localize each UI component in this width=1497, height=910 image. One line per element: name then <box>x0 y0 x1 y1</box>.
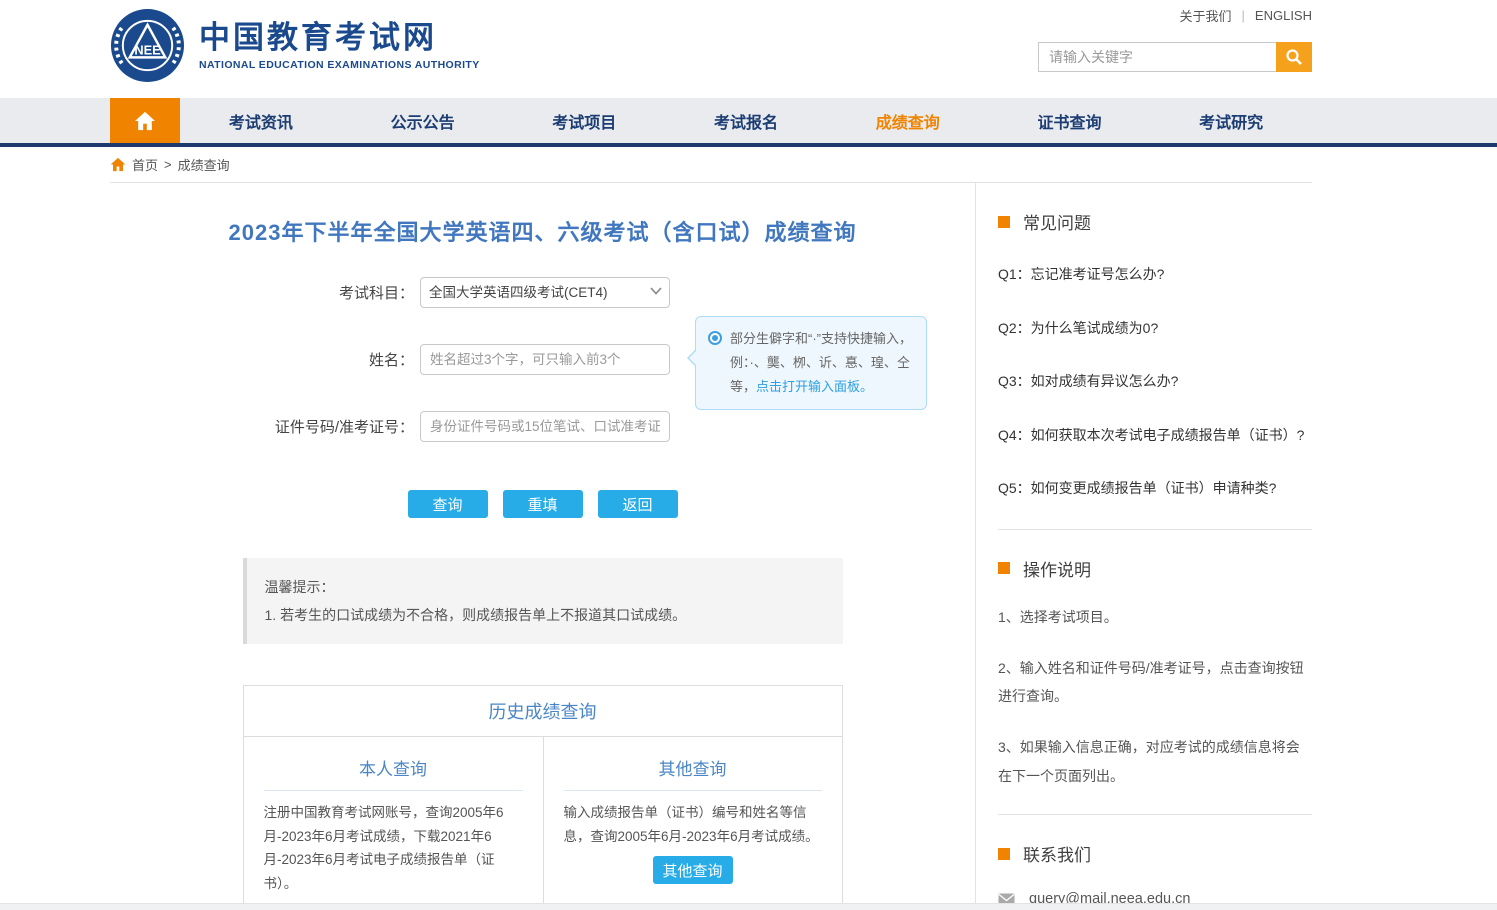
orange-square-bullet-icon <box>998 562 1010 574</box>
svg-text:NEE: NEE <box>134 42 161 57</box>
site-header: NEE 中国教育考试网 NATIONAL EDUCATION EXAMINATI… <box>0 0 1497 98</box>
nav-home-button[interactable] <box>110 98 180 143</box>
warm-tips-title: 温馨提示： <box>265 573 825 601</box>
search-icon <box>1285 48 1303 66</box>
about-us-link[interactable]: 关于我们 <box>1180 6 1232 25</box>
faq-header: 常见问题 <box>998 209 1312 234</box>
score-query-form: 考试科目： 全国大学英语四级考试(CET4) 姓名： 部分生僻字和“·”支持快捷… <box>110 277 975 518</box>
other-query-desc: 输入成绩报告单（证书）编号和姓名等信息，查询2005年6月-2023年6月考试成… <box>564 801 822 848</box>
nav-item-exam-research[interactable]: 考试研究 <box>1150 98 1312 143</box>
breadcrumb-separator: > <box>164 157 172 172</box>
nav-item-certificate-query[interactable]: 证书查询 <box>989 98 1151 143</box>
warm-tips-box: 温馨提示： 1. 若考生的口试成绩为不合格，则成绩报告单上不报道其口试成绩。 <box>243 558 843 644</box>
query-button[interactable]: 查询 <box>408 490 488 518</box>
logo-title: 中国教育考试网 <box>199 20 480 56</box>
logo-subtitle: NATIONAL EDUCATION EXAMINATIONS AUTHORIT… <box>199 59 480 71</box>
name-input-tooltip: 部分生僻字和“·”支持快捷输入，例：·、龑、栁、䜣、惪、瑝、仝等，点击打开输入面… <box>695 316 927 410</box>
nav-item-exam-news[interactable]: 考试资讯 <box>180 98 342 143</box>
nav-item-score-query[interactable]: 成绩查询 <box>827 98 989 143</box>
subject-row: 考试科目： 全国大学英语四级考试(CET4) <box>110 277 975 308</box>
breadcrumb-home-icon <box>110 157 126 172</box>
self-query-desc: 注册中国教育考试网账号，查询2005年6月-2023年6月考试成绩，下载2021… <box>264 801 523 896</box>
breadcrumb-home-link[interactable]: 首页 <box>132 155 158 174</box>
faq-title: 常见问题 <box>1023 209 1091 234</box>
name-input[interactable] <box>420 344 670 375</box>
subject-label: 考试科目： <box>110 282 420 303</box>
name-label: 姓名： <box>110 349 420 370</box>
faq-section: 常见问题 Q1：忘记准考证号怎么办? Q2：为什么笔试成绩为0? Q3：如对成绩… <box>998 183 1312 502</box>
form-buttons: 查询 重填 返回 <box>243 490 843 518</box>
faq-item-q2[interactable]: Q2：为什么笔试成绩为0? <box>998 315 1312 342</box>
page-title: 2023年下半年全国大学英语四、六级考试（含口试）成绩查询 <box>110 215 975 247</box>
other-query-button[interactable]: 其他查询 <box>653 856 733 884</box>
tooltip-text: 部分生僻字和“·”支持快捷输入，例：·、龑、栁、䜣、惪、瑝、仝等，点击打开输入面… <box>730 327 916 399</box>
faq-item-q5[interactable]: Q5：如何变更成绩报告单（证书）申请种类? <box>998 475 1312 502</box>
sidebar: 常见问题 Q1：忘记准考证号怎么办? Q2：为什么笔试成绩为0? Q3：如对成绩… <box>976 183 1312 910</box>
id-number-row: 证件号码/准考证号： <box>110 411 975 442</box>
faq-item-q3[interactable]: Q3：如对成绩有异议怎么办? <box>998 368 1312 395</box>
footer-strip <box>0 903 1497 910</box>
other-query-section: 其他查询 输入成绩报告单（证书）编号和姓名等信息，查询2005年6月-2023年… <box>543 737 842 910</box>
id-number-label: 证件号码/准考证号： <box>110 416 420 437</box>
breadcrumb: 首页 > 成绩查询 <box>110 147 1312 183</box>
nav-item-exam-programs[interactable]: 考试项目 <box>503 98 665 143</box>
instructions-title: 操作说明 <box>1023 556 1091 581</box>
orange-square-bullet-icon <box>998 216 1010 228</box>
other-query-title: 其他查询 <box>564 749 822 791</box>
contact-title: 联系我们 <box>1023 841 1091 866</box>
radio-bullet-icon <box>708 331 722 345</box>
search-input[interactable] <box>1038 42 1276 72</box>
back-button[interactable]: 返回 <box>598 490 678 518</box>
nav-item-exam-registration[interactable]: 考试报名 <box>665 98 827 143</box>
exam-subject-select[interactable]: 全国大学英语四级考试(CET4) <box>420 277 670 308</box>
home-icon <box>134 111 156 131</box>
search-box <box>1038 42 1312 72</box>
instruction-step-2: 2、输入姓名和证件号码/准考证号，点击查询按钮进行查询。 <box>998 654 1312 711</box>
main-content: 2023年下半年全国大学英语四、六级考试（含口试）成绩查询 考试科目： 全国大学… <box>110 183 976 910</box>
self-query-title: 本人查询 <box>264 749 523 791</box>
english-link[interactable]: ENGLISH <box>1255 8 1312 23</box>
site-logo[interactable]: NEE 中国教育考试网 NATIONAL EDUCATION EXAMINATI… <box>110 8 480 83</box>
breadcrumb-current: 成绩查询 <box>178 155 230 174</box>
name-row: 姓名： 部分生僻字和“·”支持快捷输入，例：·、龑、栁、䜣、惪、瑝、仝等，点击打… <box>110 344 975 375</box>
instruction-step-3: 3、如果输入信息正确，对应考试的成绩信息将会在下一个页面列出。 <box>998 733 1312 790</box>
contact-header: 联系我们 <box>998 841 1312 866</box>
top-links: 关于我们 | ENGLISH <box>1180 6 1312 25</box>
history-query-title: 历史成绩查询 <box>244 686 842 737</box>
open-input-panel-link[interactable]: 点击打开输入面板。 <box>756 379 873 394</box>
history-query-panel: 历史成绩查询 本人查询 注册中国教育考试网账号，查询2005年6月-2023年6… <box>243 685 843 910</box>
logo-text: 中国教育考试网 NATIONAL EDUCATION EXAMINATIONS … <box>199 20 480 71</box>
orange-square-bullet-icon <box>998 848 1010 860</box>
main-nav: 考试资讯 公示公告 考试项目 考试报名 成绩查询 证书查询 考试研究 <box>0 98 1497 147</box>
neea-emblem-icon: NEE <box>110 8 185 83</box>
faq-item-q4[interactable]: Q4：如何获取本次考试电子成绩报告单（证书）? <box>998 422 1312 449</box>
nav-item-public-notice[interactable]: 公示公告 <box>342 98 504 143</box>
id-number-input[interactable] <box>420 411 670 442</box>
search-button[interactable] <box>1276 42 1312 72</box>
warm-tips-line: 1. 若考生的口试成绩为不合格，则成绩报告单上不报道其口试成绩。 <box>265 601 825 629</box>
contact-section: 联系我们 query@mail.neea.edu.cn <box>998 815 1312 910</box>
instructions-header: 操作说明 <box>998 556 1312 581</box>
top-links-divider: | <box>1242 8 1245 23</box>
reset-button[interactable]: 重填 <box>503 490 583 518</box>
instruction-step-1: 1、选择考试项目。 <box>998 603 1312 632</box>
self-query-section: 本人查询 注册中国教育考试网账号，查询2005年6月-2023年6月考试成绩，下… <box>244 737 543 910</box>
instructions-section: 操作说明 1、选择考试项目。 2、输入姓名和证件号码/准考证号，点击查询按钮进行… <box>998 530 1312 790</box>
faq-item-q1[interactable]: Q1：忘记准考证号怎么办? <box>998 261 1312 288</box>
